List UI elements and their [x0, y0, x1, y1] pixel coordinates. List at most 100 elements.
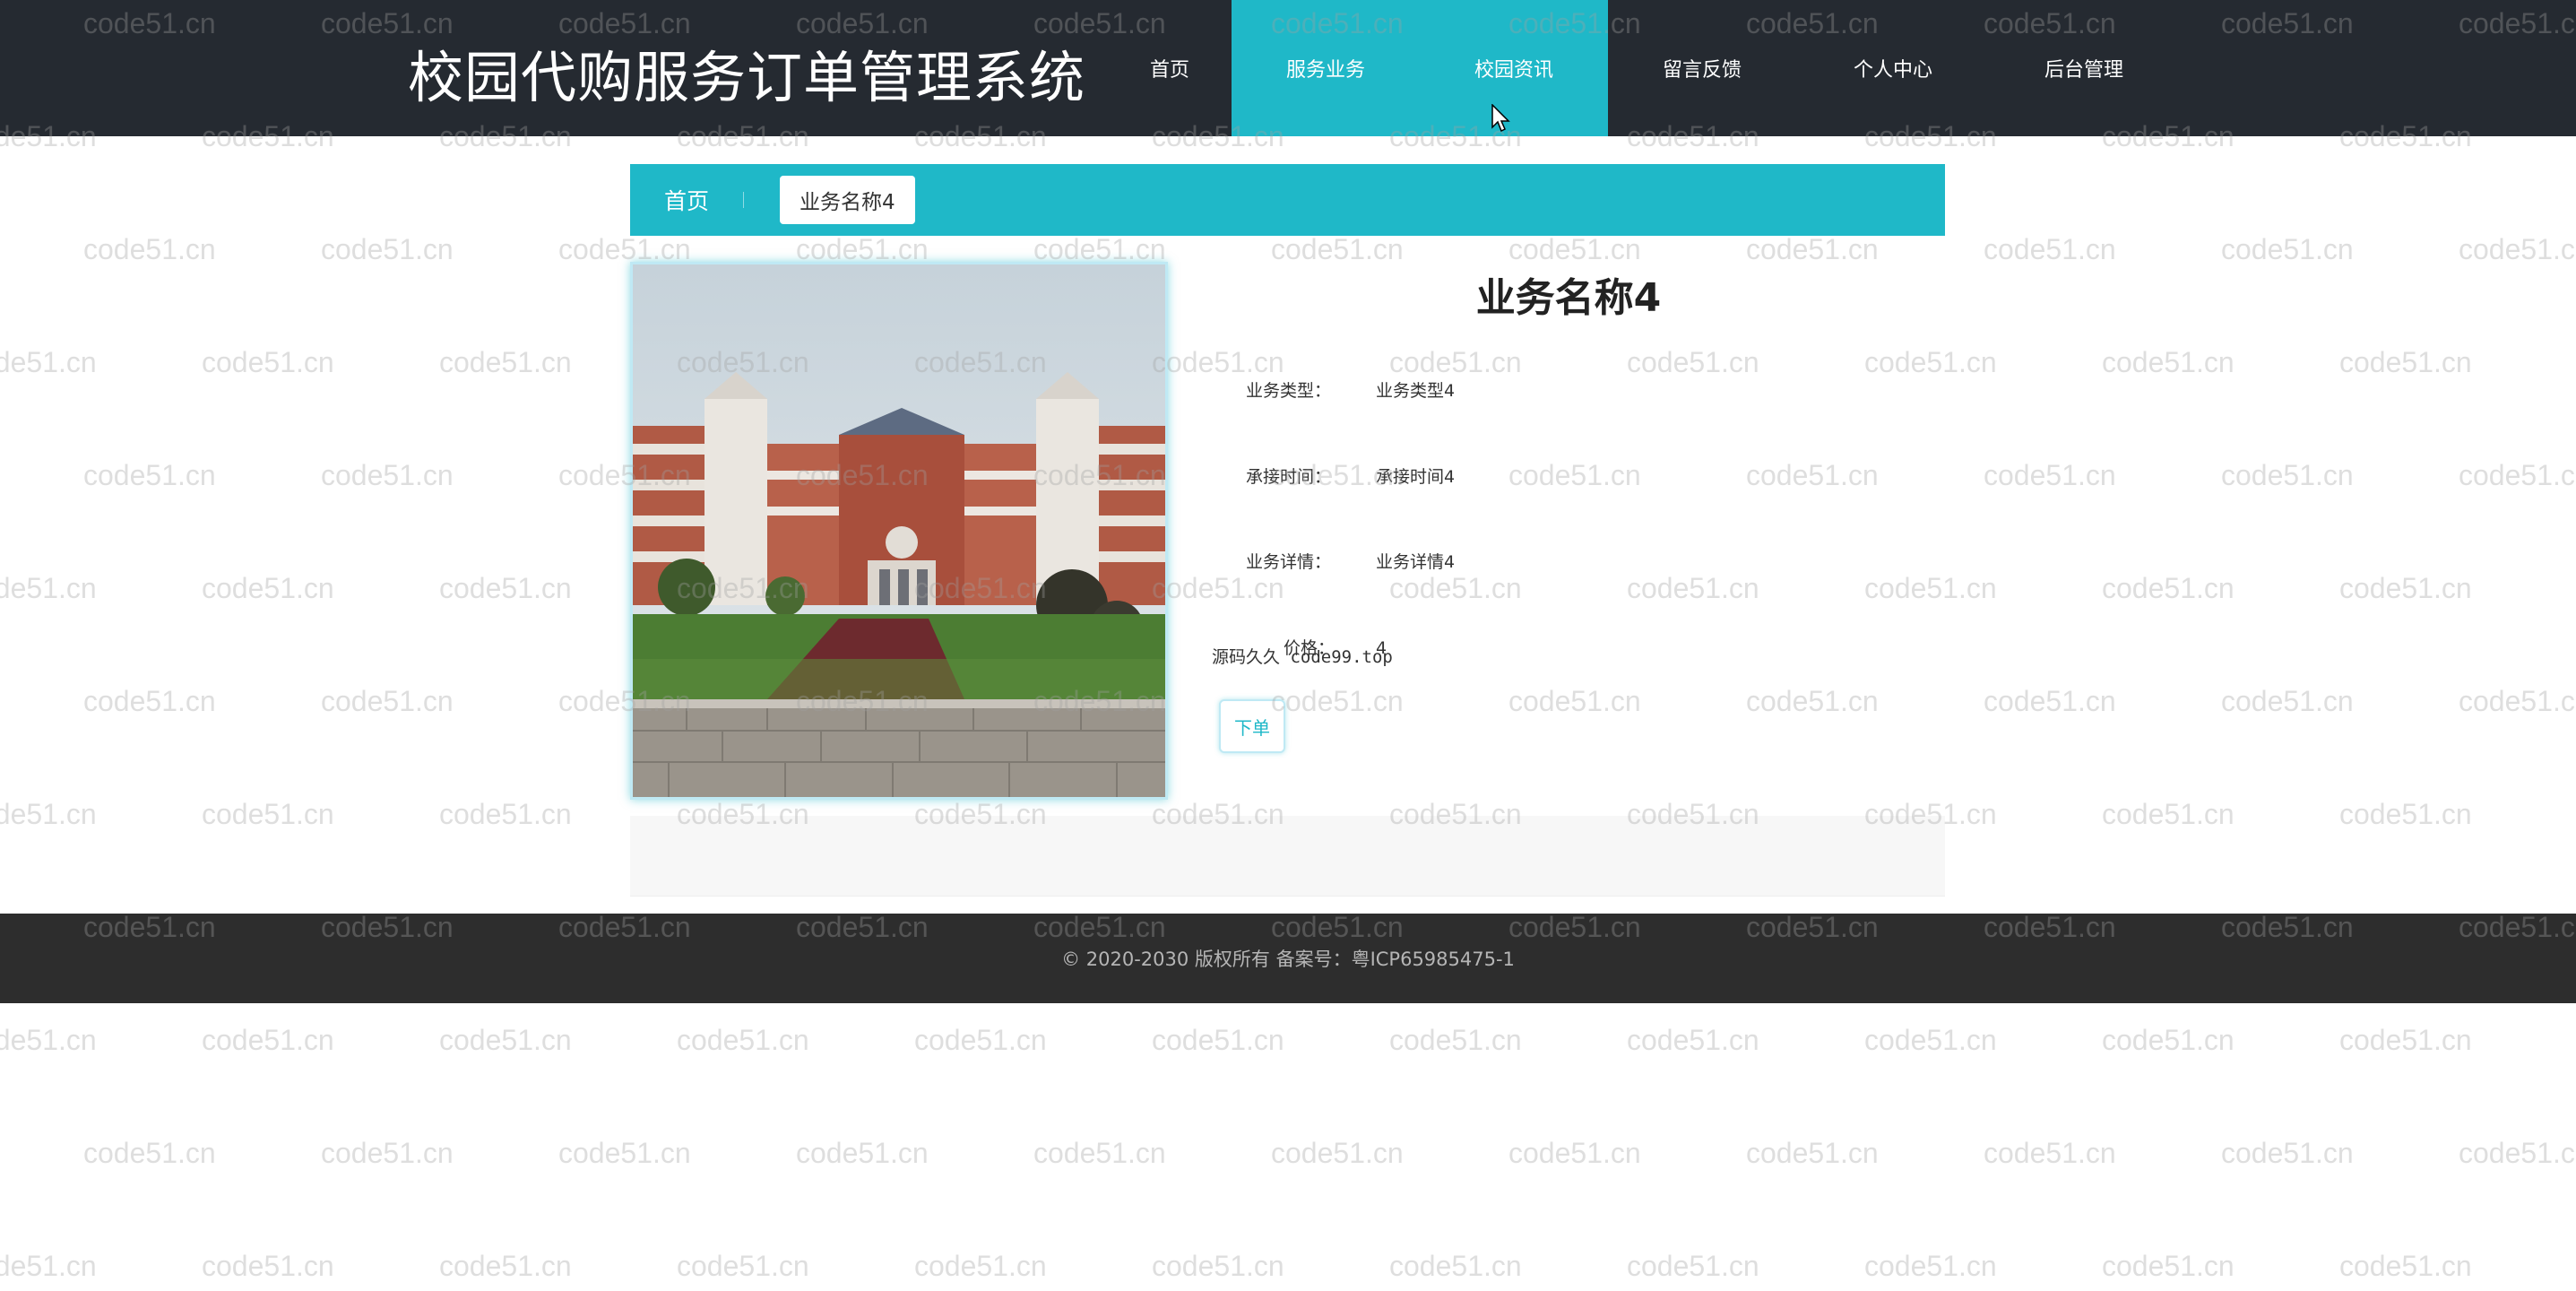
watermark-text: code51.cn: [0, 346, 97, 378]
watermark-text: code51.cn: [439, 1024, 572, 1056]
watermark-text: code51.cn: [0, 572, 97, 604]
detail-row-time: 承接时间： 承接时间4: [1246, 464, 1455, 488]
watermark-text: code51.cn: [1508, 233, 1641, 265]
watermark-text: code51.cn: [1984, 233, 2116, 265]
watermark-text: code51.cn: [1033, 1137, 1166, 1169]
watermark-text: code51.cn: [677, 1024, 809, 1056]
detail-row-type: 业务类型： 业务类型4: [1246, 377, 1455, 402]
watermark-text: code51.cn: [1746, 459, 1879, 491]
watermark-text: code51.cn: [2102, 1024, 2235, 1056]
breadcrumb-separator: [743, 192, 745, 208]
watermark-text: code51.cn: [1864, 1024, 1997, 1056]
watermark-text: code51.cn: [2459, 1137, 2576, 1169]
detail-value: 业务详情4: [1376, 552, 1456, 572]
watermark-text: code51.cn: [2221, 233, 2354, 265]
top-header: 校园代购服务订单管理系统 首页 服务业务 校园资讯 留言反馈 个人中心 后台管理: [0, 0, 2576, 136]
watermark-text: code51.cn: [83, 459, 216, 491]
detail-value: 业务类型4: [1376, 381, 1456, 401]
watermark-text: code51.cn: [2102, 346, 2235, 378]
watermark-text: code51.cn: [2102, 1250, 2235, 1282]
watermark-text: code51.cn: [1508, 459, 1641, 491]
watermark-text: code51.cn: [1271, 685, 1404, 717]
watermark-text: code51.cn: [202, 798, 334, 830]
watermark-text: code51.cn: [2339, 1024, 2472, 1056]
watermark-text: code51.cn: [1389, 572, 1522, 604]
watermark-text: code51.cn: [2221, 1137, 2354, 1169]
watermark-text: code51.cn: [2102, 572, 2235, 604]
order-button[interactable]: 下单: [1219, 699, 1285, 753]
copyright-text: © 2020-2030 版权所有 备案号：粤ICP65985475-1: [1061, 949, 1515, 970]
watermark-text: code51.cn: [1746, 685, 1879, 717]
watermark-text: code51.cn: [2339, 798, 2472, 830]
detail-label: 业务详情：: [1246, 552, 1332, 572]
nav-home[interactable]: 首页: [1108, 0, 1232, 136]
watermark-text: code51.cn: [2339, 1250, 2472, 1282]
breadcrumb-current: 业务名称4: [780, 176, 915, 224]
watermark-text: code51.cn: [1508, 685, 1641, 717]
watermark-text: code51.cn: [1152, 346, 1284, 378]
watermark-text: code51.cn: [1152, 572, 1284, 604]
watermark-text: code51.cn: [321, 685, 454, 717]
watermark-text: code51.cn: [2221, 459, 2354, 491]
watermark-text: code51.cn: [1627, 1250, 1759, 1282]
watermark-text: code51.cn: [202, 572, 334, 604]
detail-label: 承接时间：: [1246, 467, 1332, 487]
watermark-text: code51.cn: [1389, 346, 1522, 378]
breadcrumb-home-link[interactable]: 首页: [664, 184, 709, 216]
watermark-text: code51.cn: [202, 1250, 334, 1282]
watermark-text: code51.cn: [796, 1137, 929, 1169]
watermark-text: code51.cn: [677, 1250, 809, 1282]
watermark-text: code51.cn: [83, 685, 216, 717]
watermark-text: code51.cn: [558, 1137, 691, 1169]
watermark-text: code51.cn: [321, 233, 454, 265]
watermark-text: code51.cn: [2339, 346, 2472, 378]
watermark-text: code51.cn: [439, 572, 572, 604]
watermark-text: code51.cn: [1271, 1137, 1404, 1169]
nav-personal-center[interactable]: 个人中心: [1796, 0, 1990, 136]
breadcrumb: 首页 业务名称4: [630, 164, 1945, 236]
empty-content-panel: [630, 816, 1945, 897]
watermark-text: code51.cn: [1389, 1024, 1522, 1056]
watermark-text: code51.cn: [439, 346, 572, 378]
nav-admin[interactable]: 后台管理: [1990, 0, 2178, 136]
watermark-text: code51.cn: [1627, 346, 1759, 378]
watermark-text: code51.cn: [1508, 1137, 1641, 1169]
nav-feedback[interactable]: 留言反馈: [1608, 0, 1796, 136]
watermark-text: code51.cn: [1864, 346, 1997, 378]
watermark-text: code51.cn: [202, 346, 334, 378]
overlay-watermark-text: 源码久久 code99.top: [1212, 647, 1393, 667]
watermark-text: code51.cn: [1271, 233, 1404, 265]
watermark-text: code51.cn: [2102, 798, 2235, 830]
watermark-text: code51.cn: [83, 1137, 216, 1169]
watermark-text: code51.cn: [2459, 233, 2576, 265]
nav-campus-news[interactable]: 校园资讯: [1420, 0, 1608, 136]
product-image: [630, 262, 1168, 800]
watermark-text: code51.cn: [2459, 459, 2576, 491]
watermark-text: code51.cn: [1984, 685, 2116, 717]
watermark-text: code51.cn: [202, 1024, 334, 1056]
watermark-text: code51.cn: [1864, 572, 1997, 604]
product-title: 业务名称4: [1475, 275, 1662, 321]
watermark-text: code51.cn: [914, 1250, 1047, 1282]
watermark-text: code51.cn: [2221, 685, 2354, 717]
main-nav: 首页 服务业务 校园资讯 留言反馈 个人中心 后台管理: [1108, 0, 2178, 136]
school-building-photo: [633, 264, 1165, 797]
watermark-text: code51.cn: [2459, 685, 2576, 717]
watermark-text: code51.cn: [1152, 1024, 1284, 1056]
watermark-text: code51.cn: [0, 798, 97, 830]
watermark-text: code51.cn: [439, 798, 572, 830]
watermark-text: code51.cn: [321, 459, 454, 491]
detail-value: 承接时间4: [1376, 467, 1456, 487]
watermark-text: code51.cn: [914, 1024, 1047, 1056]
watermark-text: code51.cn: [1984, 1137, 2116, 1169]
watermark-text: code51.cn: [1984, 459, 2116, 491]
watermark-text: code51.cn: [2339, 572, 2472, 604]
nav-services[interactable]: 服务业务: [1232, 0, 1420, 136]
watermark-text: code51.cn: [1627, 572, 1759, 604]
footer: © 2020-2030 版权所有 备案号：粤ICP65985475-1: [0, 914, 2576, 1003]
watermark-text: code51.cn: [321, 1137, 454, 1169]
site-title: 校园代购服务订单管理系统: [408, 45, 1086, 110]
watermark-text: code51.cn: [1746, 1137, 1879, 1169]
watermark-text: code51.cn: [439, 1250, 572, 1282]
watermark-text: code51.cn: [1864, 1250, 1997, 1282]
